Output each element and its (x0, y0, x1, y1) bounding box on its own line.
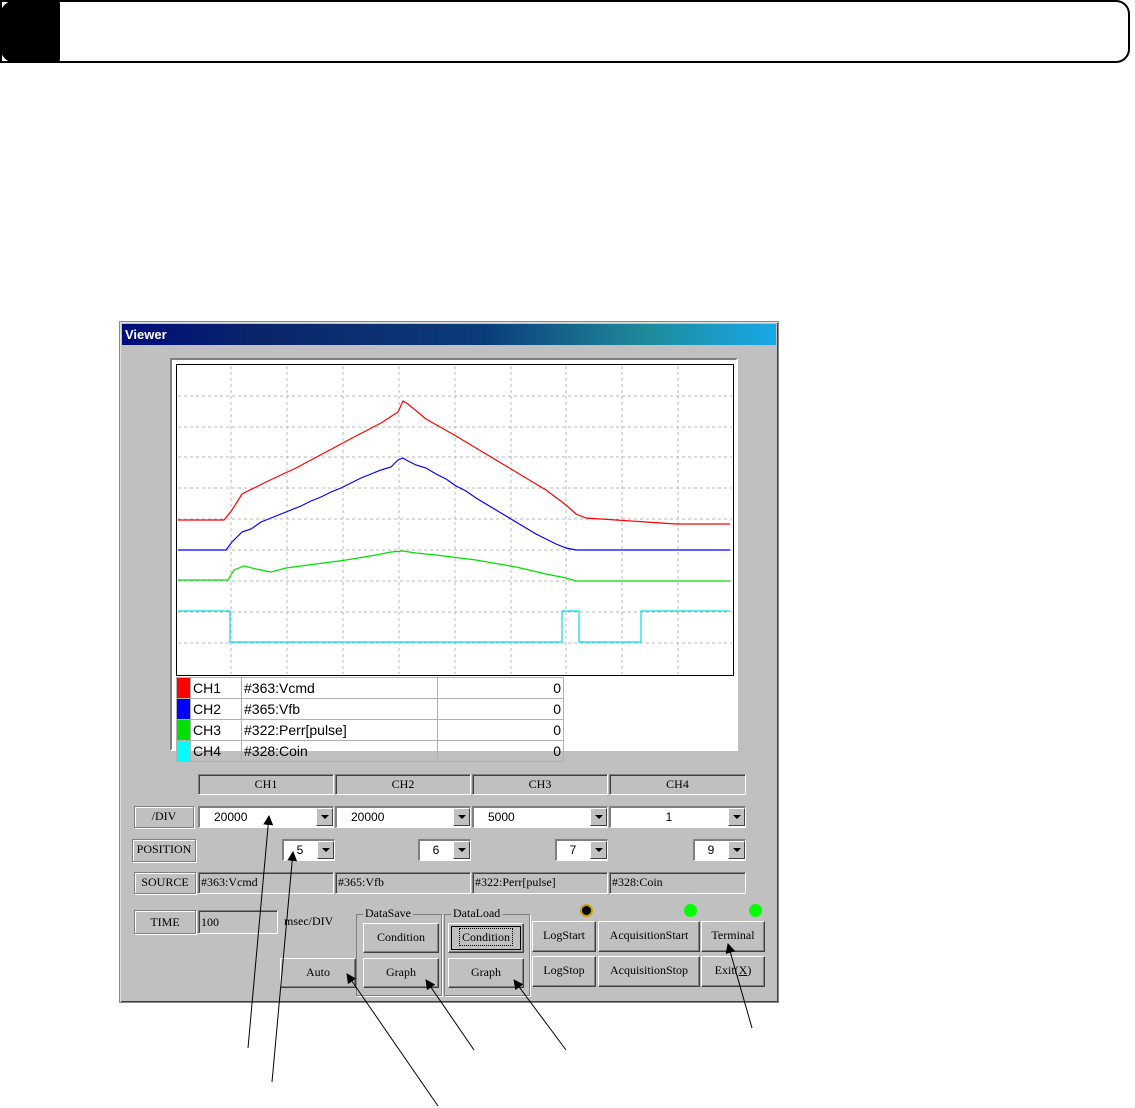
callout-div-select (247, 815, 274, 1049)
callout-arrows (247, 815, 753, 1107)
callout-datasave-graph (425, 979, 475, 1051)
callout-position-select (271, 851, 298, 1083)
callout-dataload-graph (513, 979, 567, 1051)
callout-auto-button (346, 973, 439, 1107)
callout-terminal-button (725, 943, 753, 1029)
